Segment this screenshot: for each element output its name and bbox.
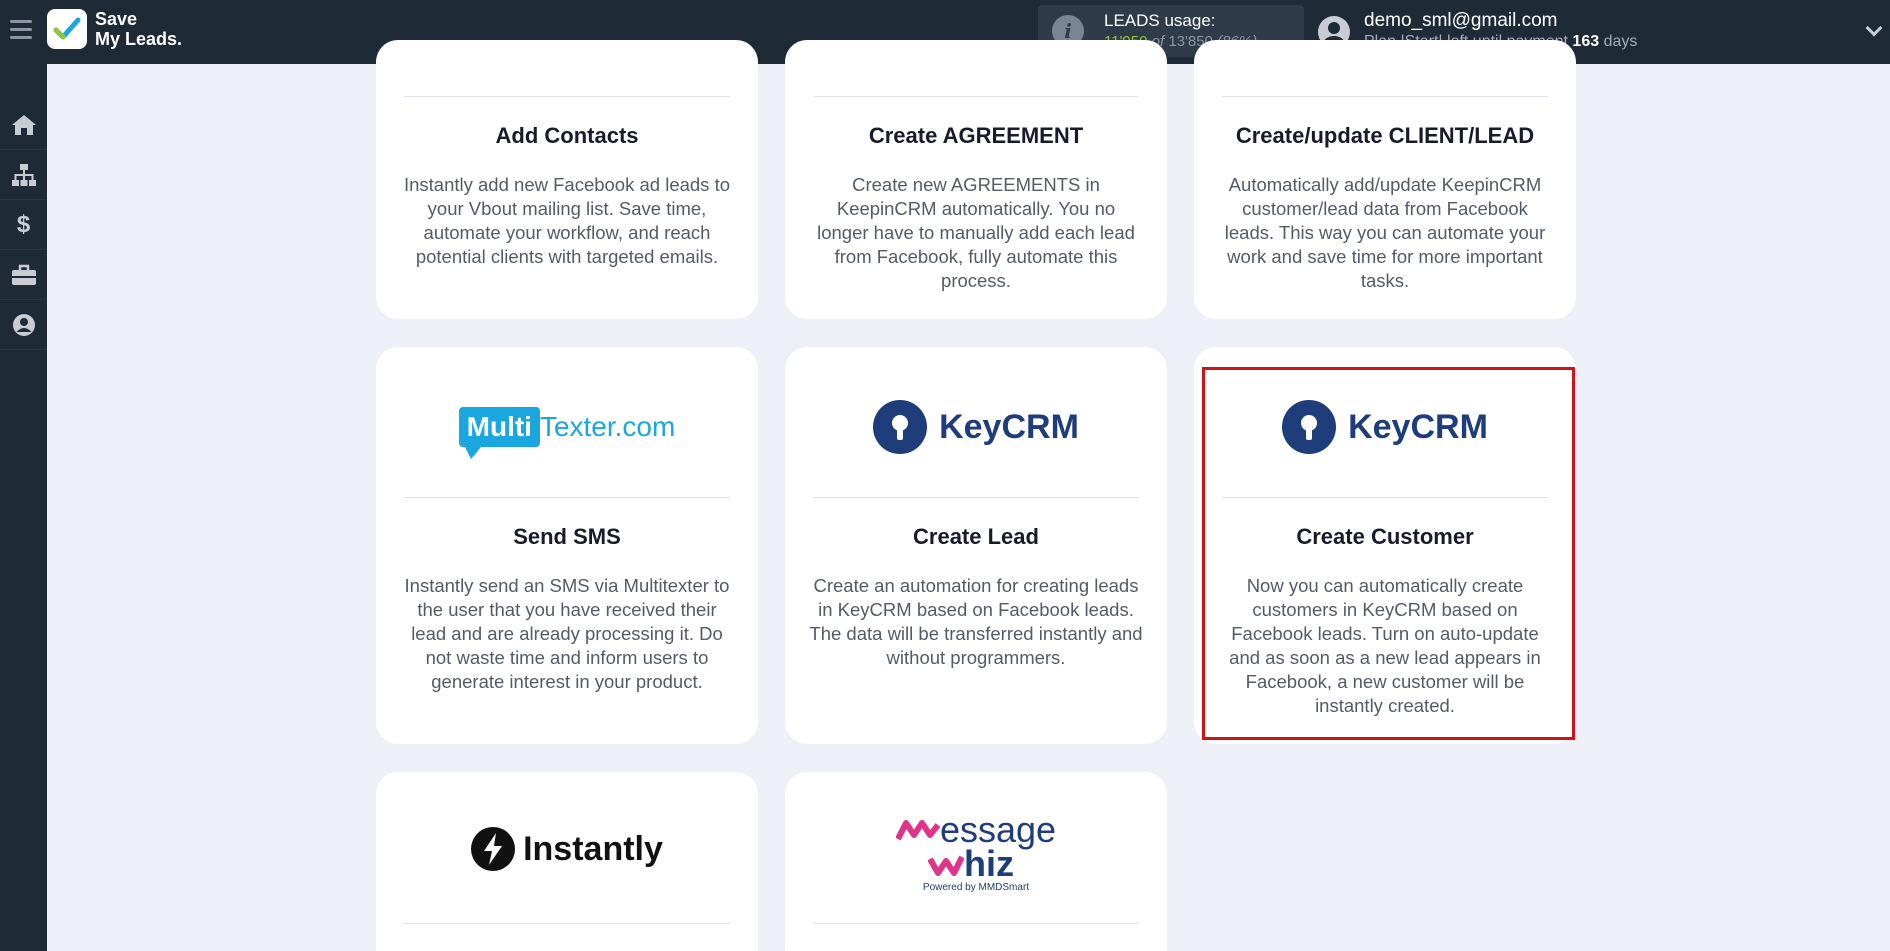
dollar-icon: $	[16, 210, 31, 238]
sidebar-item-account[interactable]	[0, 300, 47, 350]
card-add-contacts[interactable]: Add Contacts Instantly add new Facebook …	[376, 40, 758, 319]
card-instantly[interactable]: Instantly	[376, 772, 758, 951]
card-title: Create AGREEMENT	[868, 123, 1084, 148]
keycrm-logo: KeyCRM	[785, 397, 1167, 457]
messagewhiz-line2: hiz	[964, 842, 1014, 884]
card-description: Instantly send an SMS via Multitexter to…	[404, 575, 730, 692]
card-create-lead[interactable]: KeyCRM Create Lead Create an automation …	[785, 347, 1167, 744]
keycrm-key-icon	[873, 400, 928, 454]
sidebar-item-billing[interactable]: $	[0, 200, 47, 250]
card-title: Send SMS	[513, 524, 621, 549]
logo-line2: My Leads.	[95, 29, 183, 49]
logo-line1: Save	[95, 9, 138, 29]
card-send-sms[interactable]: Multi Texter.com Send SMS Instantly send…	[376, 347, 758, 744]
sidebar-item-briefcase[interactable]	[0, 250, 47, 300]
card-description: Instantly add new Facebook ad leads to y…	[403, 174, 731, 267]
menu-icon[interactable]	[10, 20, 32, 40]
messagewhiz-sub: Powered by MMDSmart	[922, 881, 1030, 893]
chevron-down-icon[interactable]	[1865, 19, 1883, 37]
card-create-agreement[interactable]: Create AGREEMENT Create new AGREEMENTS i…	[785, 40, 1167, 319]
days-label: days	[1603, 33, 1638, 50]
messagewhiz-logo: essage hiz Powered by MMDSmart	[785, 811, 1167, 893]
user-email[interactable]: demo_sml@gmail.com	[1364, 10, 1558, 32]
messagewhiz-m-icon	[895, 819, 940, 840]
multitexter-logo-text: Texter.com	[539, 411, 676, 442]
logo-text[interactable]: Save My Leads.	[95, 9, 182, 49]
sidebar-item-home[interactable]	[0, 100, 47, 150]
sidebar-item-sitemap[interactable]	[0, 150, 47, 200]
sitemap-icon	[11, 163, 36, 186]
messagewhiz-w-icon	[928, 855, 964, 876]
user-circle-icon	[12, 313, 35, 336]
card-create-update-client[interactable]: Create/update CLIENT/LEAD Automatically …	[1194, 40, 1576, 319]
home-icon	[11, 114, 36, 135]
briefcase-icon	[11, 264, 36, 285]
card-description: Automatically add/update KeepinCRM custo…	[1224, 174, 1546, 291]
multitexter-logo-box: Multi	[458, 407, 540, 447]
card-messagewhiz[interactable]: essage hiz Powered by MMDSmart	[785, 772, 1167, 951]
instantly-logo-text: Instantly	[523, 829, 663, 868]
card-description: Create new AGREEMENTS in KeepinCRM autom…	[817, 174, 1135, 291]
sidebar: $	[0, 64, 47, 951]
keycrm-logo-text: KeyCRM	[939, 407, 1079, 446]
card-title: Create/update CLIENT/LEAD	[1235, 123, 1535, 148]
leads-usage-title: LEADS usage:	[1104, 11, 1216, 30]
selection-highlight	[1202, 367, 1575, 740]
multitexter-logo: Multi Texter.com	[376, 397, 758, 459]
card-title: Add Contacts	[495, 123, 639, 148]
lightning-icon	[471, 827, 516, 871]
card-description: Create an automation for creating leads …	[809, 575, 1143, 668]
logo-icon[interactable]	[47, 9, 87, 49]
days-left: 163	[1572, 33, 1600, 50]
card-title: Create Lead	[913, 524, 1039, 549]
instantly-logo: Instantly	[376, 822, 758, 876]
